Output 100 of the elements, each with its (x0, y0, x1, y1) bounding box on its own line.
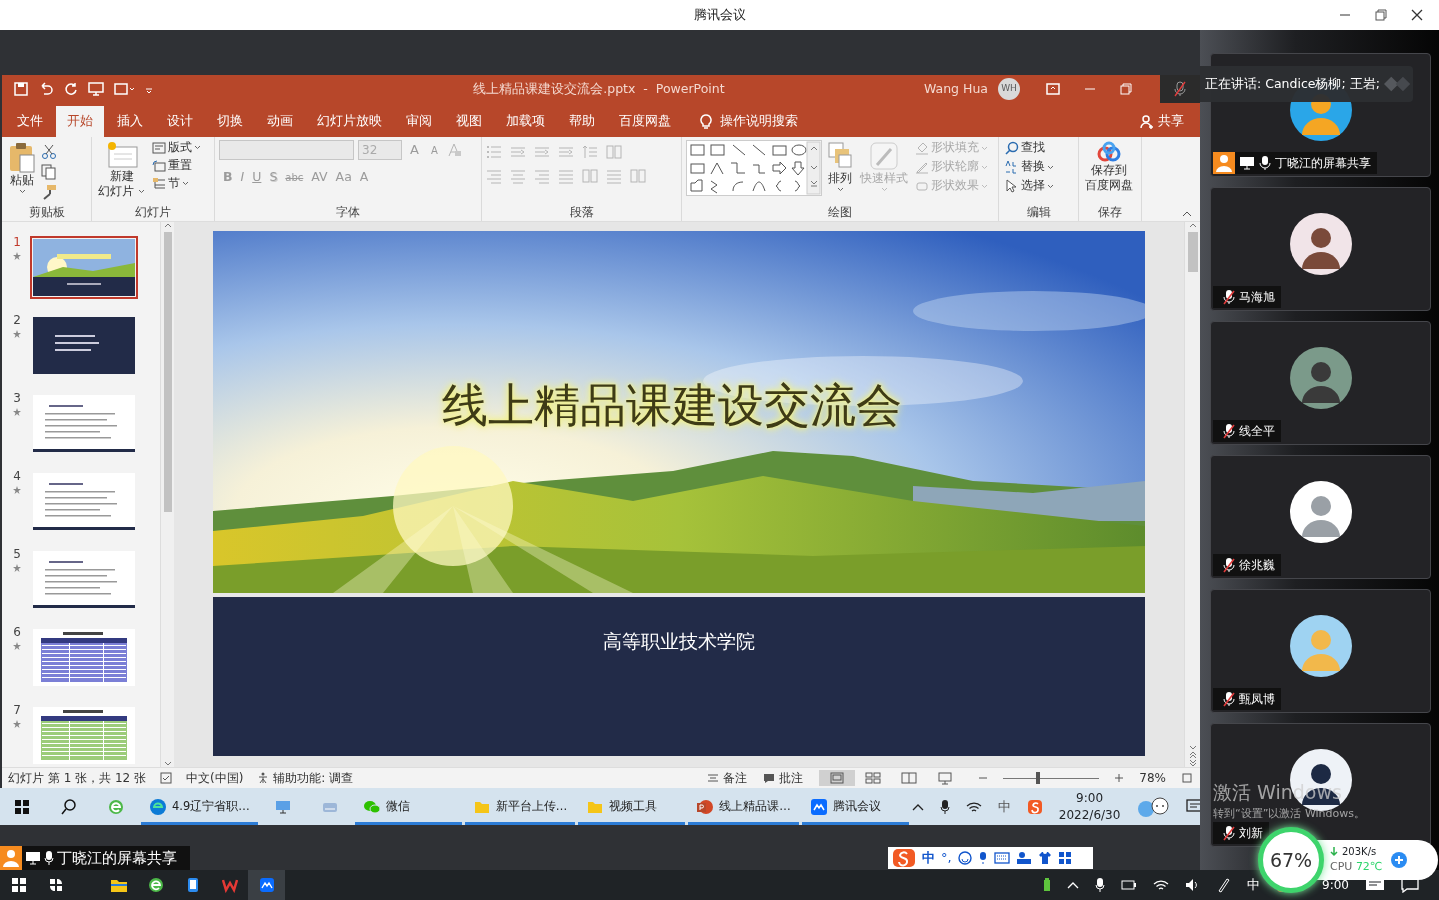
language-status[interactable]: 中文(中国) (186, 769, 244, 787)
add-icon[interactable] (1390, 851, 1409, 869)
taskbar-app[interactable]: 腾讯会议 (801, 788, 909, 825)
ribbon-button[interactable]: 重置 (150, 157, 203, 174)
taskbar-app[interactable]: 视频工具 (578, 788, 686, 825)
action-center-icon[interactable] (1401, 877, 1419, 893)
user-icon[interactable] (1015, 851, 1032, 865)
ribbon-button[interactable]: 替换 (1003, 159, 1056, 175)
punctuation-mode[interactable]: °, (941, 848, 952, 868)
ribbon-tab[interactable]: 审阅 (395, 106, 443, 137)
ime-mode[interactable]: 中 (922, 848, 935, 868)
notes-button[interactable]: 备注 (723, 769, 748, 787)
scrollbar-thumb[interactable] (1187, 232, 1198, 272)
muted-mic-icon[interactable] (1173, 81, 1187, 97)
windows-start-icon[interactable] (10, 877, 27, 893)
emoji-icon[interactable] (957, 851, 972, 865)
scroll-up-icon[interactable] (163, 222, 172, 228)
cpu-label: CPU (1330, 860, 1353, 874)
scroll-down-icon[interactable] (1188, 745, 1197, 751)
undo-icon[interactable] (38, 82, 54, 96)
wifi-icon[interactable] (1153, 878, 1170, 892)
windows-start-icon[interactable] (13, 797, 31, 816)
participant-tile[interactable]: 甄凤博 (1210, 589, 1431, 713)
ribbon-tab[interactable]: 插入 (106, 106, 154, 137)
taskbar-app[interactable]: 新平台上传… (464, 788, 576, 825)
scroll-up-icon[interactable] (1188, 222, 1197, 228)
participant-tile[interactable]: 马海旭 (1210, 187, 1431, 311)
scroll-down-icon[interactable] (163, 761, 172, 767)
ribbon-button[interactable]: 选择 (1003, 178, 1056, 194)
comments-button[interactable]: 批注 (779, 769, 804, 787)
ribbon-tab[interactable]: 动画 (256, 106, 304, 137)
battery-icon[interactable] (1043, 878, 1052, 892)
taskbar-app[interactable]: 4.9辽宁省职… (141, 788, 258, 825)
save-to-cloud-button[interactable]: 保存到 百度网盘 (1083, 140, 1135, 194)
microphone-icon[interactable] (1095, 877, 1106, 893)
new-slide-button[interactable]: 新建 幻灯片 (96, 140, 147, 200)
ribbon-tab[interactable]: 文件 (6, 106, 54, 137)
view-button[interactable] (819, 770, 856, 786)
close-icon[interactable] (1411, 9, 1423, 21)
zoom-in-icon[interactable] (1115, 774, 1124, 782)
format-painter-icon[interactable] (41, 184, 57, 200)
ribbon-button[interactable]: 查找 (1003, 140, 1056, 156)
ribbon-tab[interactable]: 幻灯片放映 (306, 106, 393, 137)
arrange-button[interactable]: 排列 (825, 140, 855, 193)
restore-icon[interactable] (1120, 83, 1132, 95)
participant-tile[interactable]: 线全平 (1210, 321, 1431, 445)
cut-icon[interactable] (41, 144, 57, 160)
sogou-icon[interactable] (892, 848, 916, 868)
ribbon-tab[interactable]: 设计 (156, 106, 204, 137)
ribbon-display-icon[interactable] (1046, 83, 1060, 95)
layout-icon[interactable] (114, 82, 134, 96)
ribbon-tab[interactable]: 开始 (56, 106, 104, 137)
accessibility-status[interactable]: 辅助功能: 调查 (273, 769, 354, 787)
tell-me-search[interactable]: 操作说明搜索 (720, 112, 798, 131)
search-icon[interactable] (60, 797, 78, 816)
next-slide-icon[interactable] (1188, 759, 1197, 767)
slideshow-icon[interactable] (88, 82, 104, 96)
input-method-indicator[interactable]: 中 (1247, 875, 1261, 895)
grid-icon[interactable] (1057, 851, 1072, 865)
ribbon-tab[interactable]: 帮助 (558, 106, 606, 137)
save-icon[interactable] (14, 82, 28, 96)
ribbon-button[interactable]: 节 (150, 175, 203, 192)
previous-slide-icon[interactable] (1188, 751, 1197, 759)
zoom-slider[interactable] (1003, 772, 1100, 784)
microphone-icon[interactable] (939, 798, 950, 815)
participant-tile[interactable]: 徐兆巍 (1210, 455, 1431, 579)
ribbon-tab[interactable]: 切换 (206, 106, 254, 137)
meeting-icon[interactable] (258, 877, 275, 893)
spellcheck-icon[interactable] (160, 772, 172, 784)
ribbon-tab[interactable]: 百度网盘 (608, 106, 682, 137)
collapse-ribbon-icon[interactable] (1182, 211, 1192, 217)
ime-toolbar[interactable]: 中 °, (888, 847, 1093, 869)
pen-icon[interactable] (1217, 877, 1232, 893)
shape-gallery[interactable] (687, 141, 821, 195)
user-avatar[interactable]: WH (998, 78, 1020, 100)
phone-icon[interactable] (185, 877, 200, 893)
app-icon[interactable] (47, 877, 64, 893)
taskbar-app[interactable]: 线上精品课… (688, 788, 799, 825)
input-method-indicator[interactable]: 中 (997, 796, 1011, 817)
redo-icon[interactable] (64, 82, 78, 96)
ribbon-button[interactable]: 版式 (150, 140, 203, 156)
ribbon-tab[interactable]: 视图 (445, 106, 493, 137)
microphone-icon[interactable] (977, 851, 988, 865)
scrollbar-thumb[interactable] (163, 232, 172, 512)
share-button[interactable]: 共享 (1158, 112, 1184, 131)
copy-icon[interactable] (41, 164, 57, 180)
taskbar-app[interactable]: 微信 (354, 788, 462, 825)
zoom-level[interactable]: 78% (1139, 769, 1166, 787)
sogou-icon[interactable] (1026, 798, 1043, 815)
chevron-up-icon[interactable] (911, 802, 924, 811)
paste-button[interactable]: 粘贴 (6, 140, 38, 195)
folder-icon[interactable] (109, 877, 128, 893)
browser-icon[interactable] (147, 877, 164, 893)
fit-slide-icon[interactable] (1182, 773, 1192, 783)
restore-icon[interactable] (1375, 9, 1387, 21)
keyboard-icon[interactable] (993, 852, 1010, 864)
chat-bubbles-icon[interactable] (1136, 795, 1171, 818)
shirt-icon[interactable] (1037, 851, 1052, 865)
ribbon-tab[interactable]: 加载项 (495, 106, 556, 137)
zoom-thumb[interactable] (1036, 772, 1041, 784)
